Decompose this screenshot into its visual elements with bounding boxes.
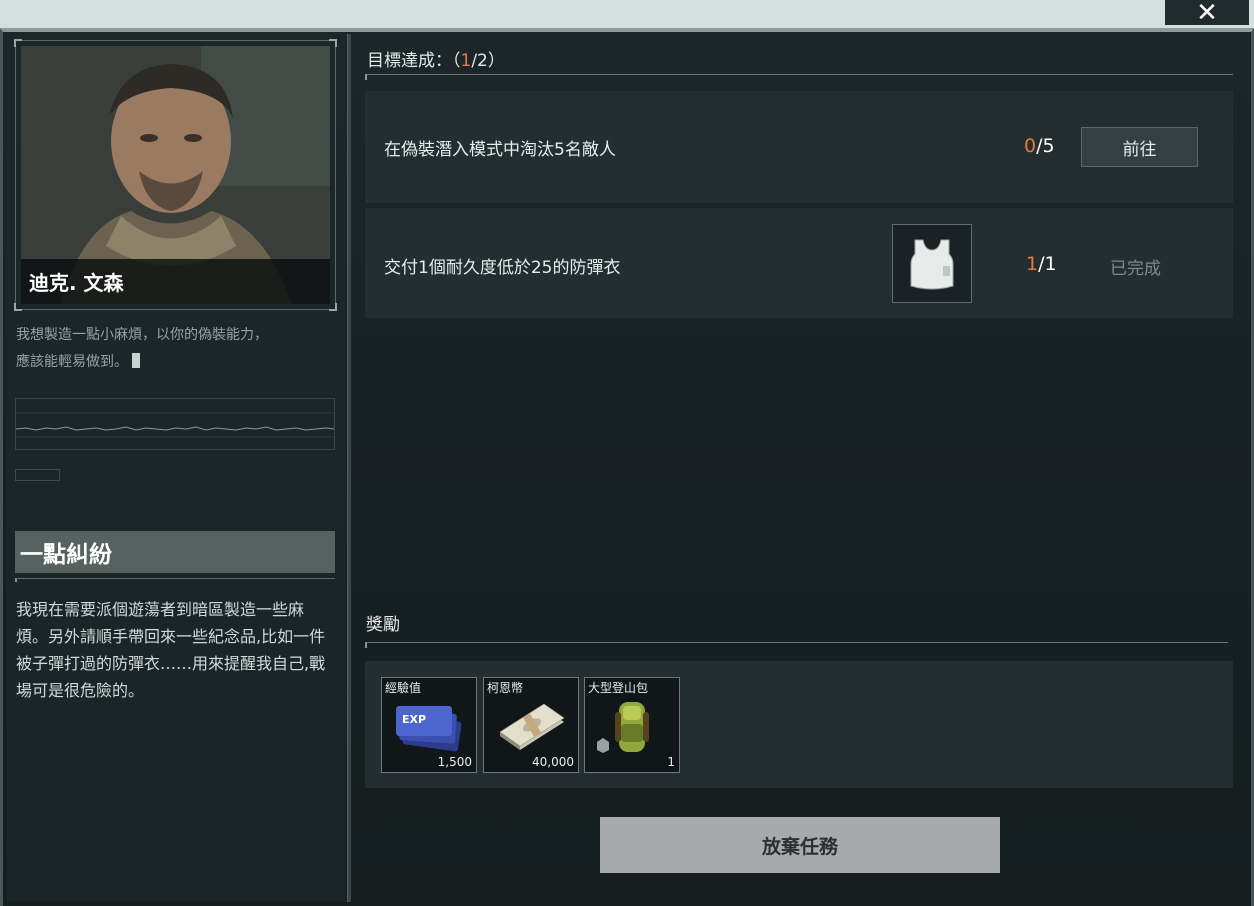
objective-text: 交付1個耐久度低於25的防彈衣 bbox=[384, 258, 621, 278]
character-quote: 我想製造一點小麻煩，以你的偽裝能力， 應該能輕易做到。 bbox=[16, 322, 334, 376]
paren-open: （ bbox=[452, 51, 461, 71]
reward-name: 柯恩幣 bbox=[487, 681, 524, 695]
divider bbox=[365, 642, 1228, 648]
reward-name: 經驗值 bbox=[385, 681, 422, 695]
frame-corner bbox=[329, 303, 337, 311]
panel-divider bbox=[347, 34, 351, 902]
quest-window: ✕ 迪克. 文森 我想製造一點小麻煩，以你的偽裝能力， 應該能輕易做到。 一點糾… bbox=[0, 0, 1254, 906]
exp-ticket-icon: EXP bbox=[396, 706, 462, 752]
goal-progress-header: 目標達成：（1/2） bbox=[367, 46, 505, 71]
rewards-label: 獎勵 bbox=[366, 615, 400, 635]
reward-card-exp[interactable]: 經驗值 EXP 1,500 bbox=[381, 677, 477, 773]
quote-line: 我想製造一點小麻煩，以你的偽裝能力， bbox=[16, 327, 268, 343]
divider bbox=[15, 578, 335, 582]
reward-card-backpack[interactable]: 大型登山包 1 bbox=[584, 677, 680, 773]
objective-progress: 0/5 bbox=[1024, 135, 1055, 157]
audio-waveform-decoration bbox=[15, 398, 335, 450]
close-button[interactable]: ✕ bbox=[1165, 0, 1249, 28]
typing-cursor bbox=[132, 353, 140, 368]
frame-corner bbox=[14, 303, 22, 311]
character-name: 迪克. 文森 bbox=[21, 259, 330, 304]
abandon-quest-button[interactable]: 放棄任務 bbox=[600, 817, 1000, 873]
goal-total: /2 bbox=[471, 51, 488, 71]
quest-description: 我現在需要派個遊蕩者到暗區製造一些麻煩。另外請順手帶回來一些紀念品,比如一件被子… bbox=[16, 600, 326, 700]
reward-name: 大型登山包 bbox=[588, 681, 649, 695]
objective-row: 在偽裝潛入模式中淘汰5名敵人 0/5 前往 bbox=[365, 91, 1233, 203]
reward-quantity: 1,500 bbox=[437, 755, 472, 769]
quote-line-text: 應該能輕易做到。 bbox=[16, 354, 128, 370]
objective-total: /5 bbox=[1036, 135, 1055, 157]
quest-title: 一點糾紛 bbox=[15, 531, 335, 573]
objective-current: 0 bbox=[1024, 135, 1037, 157]
divider bbox=[365, 74, 1233, 80]
reward-card-currency[interactable]: 柯恩幣 40,000 bbox=[483, 677, 579, 773]
objective-status: 已完成 bbox=[1110, 259, 1161, 279]
waveform-tag-decoration bbox=[15, 469, 60, 481]
objective-current: 1 bbox=[1026, 253, 1039, 275]
paren-close: ） bbox=[487, 51, 505, 71]
frame-corner bbox=[329, 39, 337, 47]
rewards-panel: 經驗值 EXP 1,500 柯恩幣 40,000 大型登山包 1 bbox=[365, 661, 1233, 788]
goal-done-count: 1 bbox=[460, 51, 472, 71]
goto-button[interactable]: 前往 bbox=[1081, 127, 1198, 167]
objective-row: 交付1個耐久度低於25的防彈衣 1/1 已完成 bbox=[365, 208, 1233, 318]
objective-total: /1 bbox=[1038, 253, 1057, 275]
quote-line-2: 應該能輕易做到。 bbox=[16, 349, 334, 376]
cash-stack-icon bbox=[499, 703, 565, 750]
objective-progress: 1/1 bbox=[1026, 253, 1057, 275]
objective-text: 在偽裝潛入模式中淘汰5名敵人 bbox=[384, 140, 616, 160]
body-armor-vest-icon[interactable] bbox=[892, 224, 972, 303]
reward-quantity: 1 bbox=[667, 755, 675, 769]
reward-quantity: 40,000 bbox=[532, 755, 574, 769]
character-portrait-frame: 迪克. 文森 bbox=[14, 39, 337, 311]
goal-label: 目標達成： bbox=[367, 51, 452, 71]
exp-ticket-text: EXP bbox=[402, 713, 426, 726]
close-icon: ✕ bbox=[1196, 0, 1218, 28]
hiking-backpack-icon bbox=[597, 702, 649, 753]
top-bar: ✕ bbox=[0, 0, 1254, 28]
